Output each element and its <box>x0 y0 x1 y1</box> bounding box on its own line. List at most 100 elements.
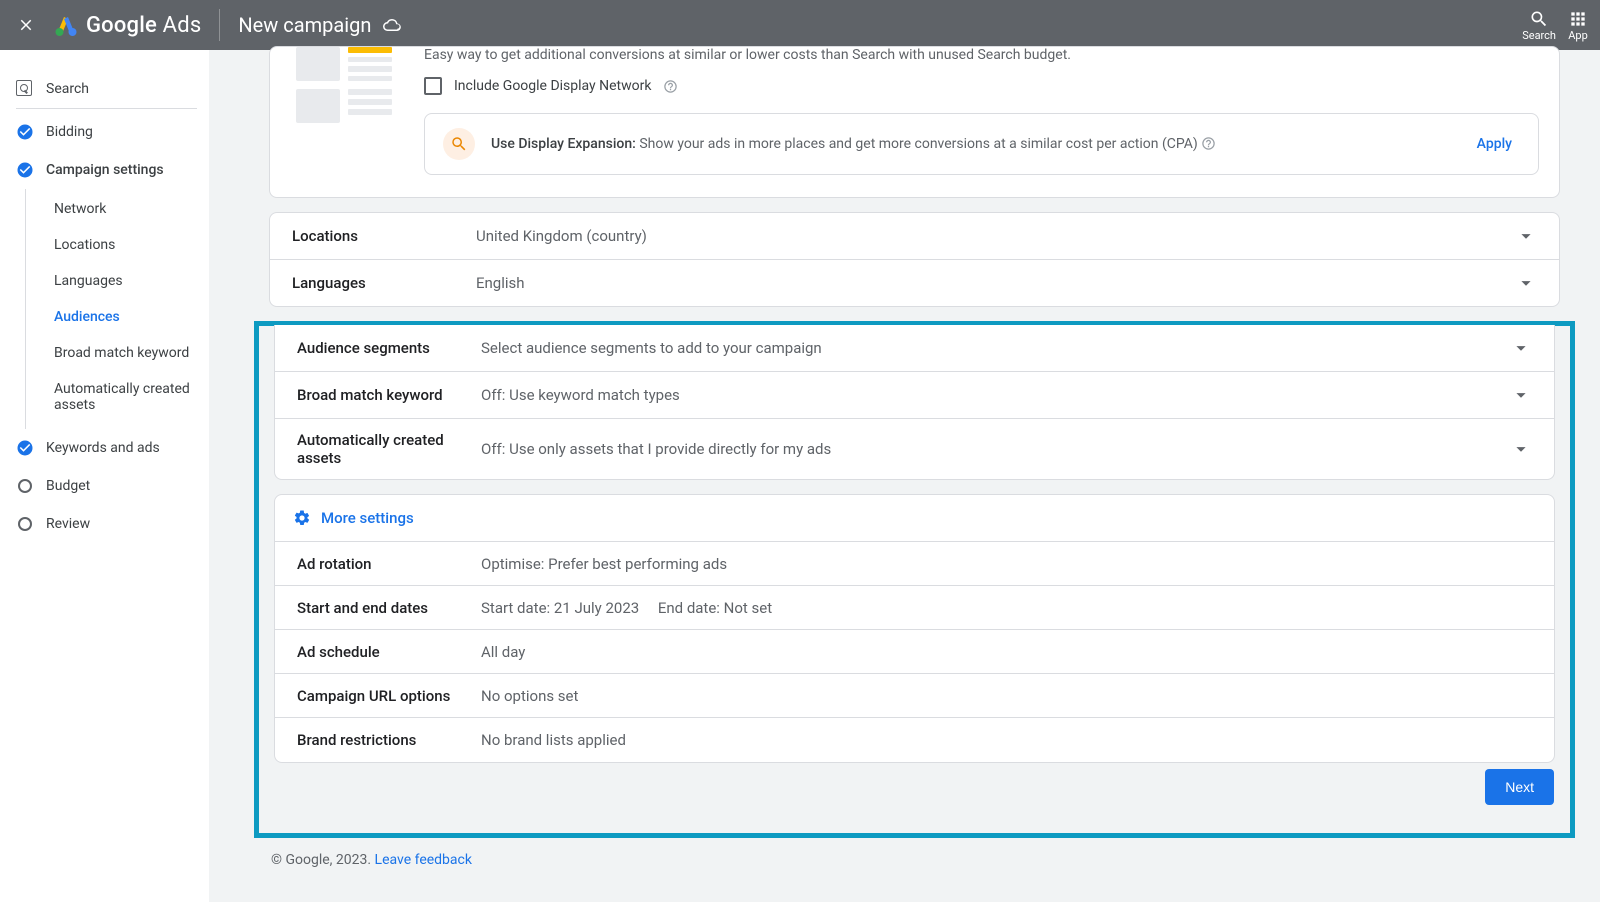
languages-row[interactable]: Languages English <box>270 259 1559 306</box>
display-network-thumbnail <box>296 47 402 127</box>
nav-step-campaign-settings[interactable]: Campaign settings <box>16 151 197 189</box>
row-value: Off: Use keyword match types <box>481 386 1510 404</box>
page-title: New campaign <box>238 13 371 37</box>
nav-step-label: Keywords and ads <box>46 440 160 456</box>
help-icon[interactable] <box>663 79 678 94</box>
ad-rotation-row[interactable]: Ad rotation Optimise: Prefer best perfor… <box>275 542 1554 586</box>
row-label: Audience segments <box>297 339 481 357</box>
nav-divider <box>16 108 197 109</box>
cloud-save-icon <box>383 16 401 34</box>
header-search-label: Search <box>1522 29 1556 42</box>
circle-icon <box>18 479 32 493</box>
brand-restrictions-row[interactable]: Brand restrictions No brand lists applie… <box>275 718 1554 762</box>
close-icon[interactable] <box>14 13 38 37</box>
chevron-down-icon <box>1510 384 1532 406</box>
magnifier-icon <box>443 128 475 160</box>
include-display-network-checkbox[interactable]: Include Google Display Network <box>424 77 1539 95</box>
nav-step-label: Campaign settings <box>46 162 164 178</box>
nav-sub-items: Network Locations Languages Audiences Br… <box>25 189 197 429</box>
chevron-down-icon <box>1515 225 1537 247</box>
nav-sub-broad-match[interactable]: Broad match keyword <box>26 335 197 371</box>
tip-label: Use Display Expansion: <box>491 136 636 152</box>
header-apps-label: App <box>1568 29 1588 42</box>
highlighted-settings-region: Audience segments Select audience segmen… <box>254 321 1575 838</box>
google-ads-logo-icon <box>54 13 78 37</box>
chevron-down-icon <box>1510 438 1532 460</box>
nav-sub-audiences[interactable]: Audiences <box>26 299 197 335</box>
row-value: United Kingdom (country) <box>476 227 1515 245</box>
nav-sub-auto-assets[interactable]: Automatically created assets <box>26 371 197 423</box>
nav-step-label: Review <box>46 516 90 532</box>
next-button[interactable]: Next <box>1485 769 1554 805</box>
settings-summary-card-1: Locations United Kingdom (country) Langu… <box>269 212 1560 307</box>
chevron-down-icon <box>1515 272 1537 294</box>
more-settings-card: More settings Ad rotation Optimise: Pref… <box>274 494 1555 763</box>
row-label: Languages <box>292 274 476 292</box>
nav-step-review[interactable]: Review <box>16 505 197 543</box>
nav-step-keywords-ads[interactable]: Keywords and ads <box>16 429 197 467</box>
campaign-url-options-row[interactable]: Campaign URL options No options set <box>275 674 1554 718</box>
search-icon <box>1529 9 1549 29</box>
row-value: No brand lists applied <box>481 731 1532 749</box>
header-divider <box>219 9 220 41</box>
start-end-dates-row[interactable]: Start and end dates Start date: 21 July … <box>275 586 1554 630</box>
checkbox-icon <box>424 77 442 95</box>
app-header: Google Ads New campaign Search App <box>0 0 1600 50</box>
display-expansion-tip: Use Display Expansion: Show your ads in … <box>424 113 1539 175</box>
sidebar-nav: Search Bidding Campaign settings Network… <box>0 50 209 902</box>
gear-icon <box>293 509 311 527</box>
row-label: Campaign URL options <box>297 687 481 705</box>
nav-sub-network[interactable]: Network <box>26 191 197 227</box>
more-settings-label: More settings <box>321 509 414 527</box>
header-apps-button[interactable]: App <box>1568 9 1588 42</box>
help-icon[interactable] <box>1201 136 1216 151</box>
nav-step-label: Search <box>46 81 89 97</box>
brand-text: Google Ads <box>86 13 201 38</box>
nav-sub-locations[interactable]: Locations <box>26 227 197 263</box>
nav-step-search[interactable]: Search <box>16 70 197 108</box>
row-label: Start and end dates <box>297 599 481 617</box>
nav-step-bidding[interactable]: Bidding <box>16 113 197 151</box>
tip-text: Use Display Expansion: Show your ads in … <box>491 134 1453 155</box>
row-label: Locations <box>292 227 476 245</box>
nav-step-budget[interactable]: Budget <box>16 467 197 505</box>
row-label: Automatically created assets <box>297 431 481 467</box>
nav-sub-languages[interactable]: Languages <box>26 263 197 299</box>
row-value: English <box>476 274 1515 292</box>
nav-step-label: Budget <box>46 478 90 494</box>
leave-feedback-link[interactable]: Leave feedback <box>375 852 472 868</box>
audience-segments-row[interactable]: Audience segments Select audience segmen… <box>275 325 1554 371</box>
row-value: Optimise: Prefer best performing ads <box>481 555 1532 573</box>
row-value: Start date: 21 July 2023 End date: Not s… <box>481 599 1532 617</box>
row-label: Ad rotation <box>297 555 481 573</box>
row-label: Ad schedule <box>297 643 481 661</box>
check-circle-icon <box>16 123 34 141</box>
main-content: Easy way to get additional conversions a… <box>209 50 1600 902</box>
broad-match-row[interactable]: Broad match keyword Off: Use keyword mat… <box>275 371 1554 418</box>
locations-row[interactable]: Locations United Kingdom (country) <box>270 213 1559 259</box>
ad-schedule-row[interactable]: Ad schedule All day <box>275 630 1554 674</box>
circle-icon <box>18 517 32 531</box>
apply-button[interactable]: Apply <box>1469 132 1520 156</box>
brand-logo: Google Ads <box>54 13 201 38</box>
auto-assets-row[interactable]: Automatically created assets Off: Use on… <box>275 418 1554 479</box>
checkbox-label: Include Google Display Network <box>454 78 651 94</box>
search-step-icon <box>16 80 34 98</box>
more-settings-toggle[interactable]: More settings <box>275 495 1554 542</box>
row-label: Broad match keyword <box>297 386 481 404</box>
apps-icon <box>1568 9 1588 29</box>
row-label: Brand restrictions <box>297 731 481 749</box>
footer: © Google, 2023. Leave feedback <box>269 852 1560 868</box>
settings-summary-card-2: Audience segments Select audience segmen… <box>274 325 1555 480</box>
nav-step-label: Bidding <box>46 124 93 140</box>
copyright-text: © Google, 2023. <box>271 852 371 868</box>
row-value: No options set <box>481 687 1532 705</box>
tip-body: Show your ads in more places and get mor… <box>639 136 1197 152</box>
row-value: Select audience segments to add to your … <box>481 339 1510 357</box>
header-search-button[interactable]: Search <box>1522 9 1556 42</box>
network-description: Easy way to get additional conversions a… <box>424 47 1539 63</box>
row-value: Off: Use only assets that I provide dire… <box>481 440 1510 458</box>
chevron-down-icon <box>1510 337 1532 359</box>
row-value: All day <box>481 643 1532 661</box>
check-circle-icon <box>16 161 34 179</box>
